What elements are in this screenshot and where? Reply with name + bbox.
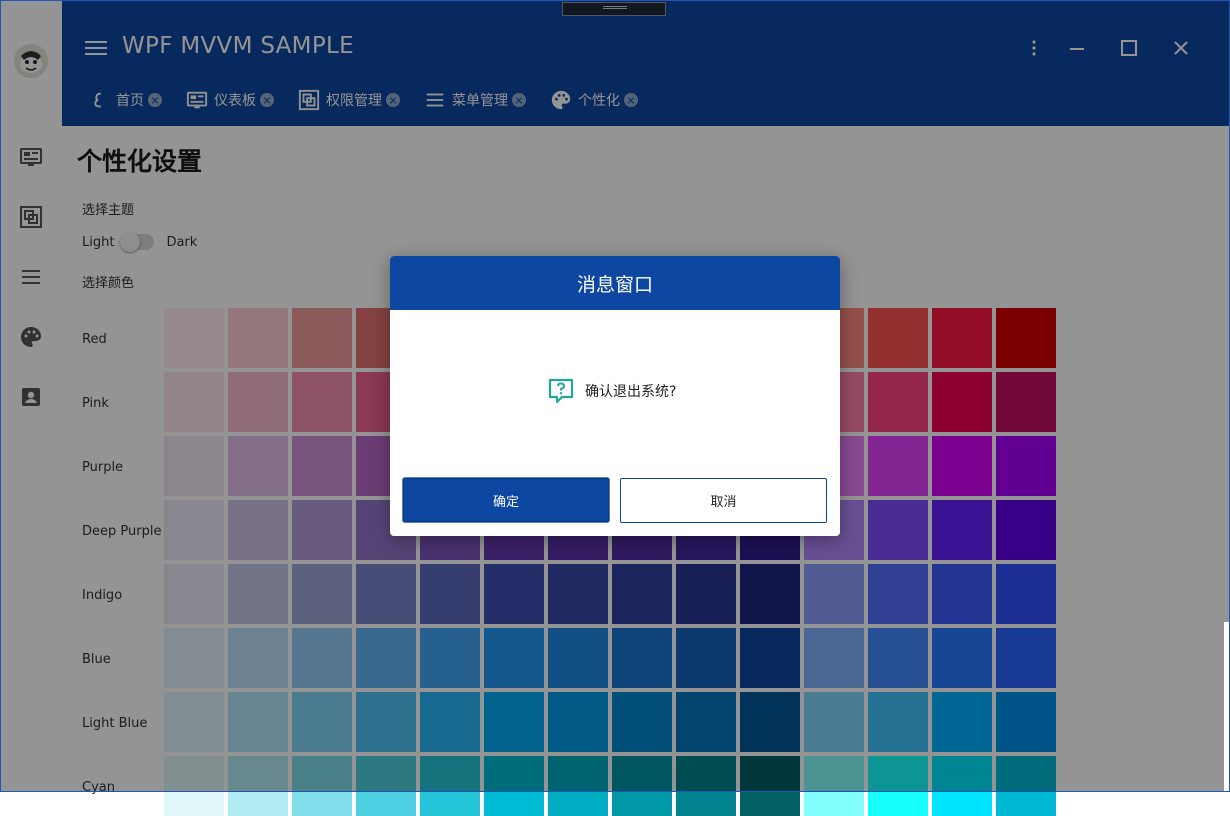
- scrollbar[interactable]: [1224, 622, 1230, 792]
- help-question-icon: [548, 378, 574, 404]
- cancel-button[interactable]: 取消: [620, 478, 827, 523]
- dialog-message: 确认退出系统?: [547, 377, 676, 405]
- dialog-message-text: 确认退出系统?: [585, 384, 677, 400]
- message-dialog: 消息窗口 确认退出系统? 确定 取消: [390, 256, 840, 536]
- dialog-title: 消息窗口: [390, 256, 840, 310]
- confirm-button[interactable]: 确定: [403, 478, 609, 522]
